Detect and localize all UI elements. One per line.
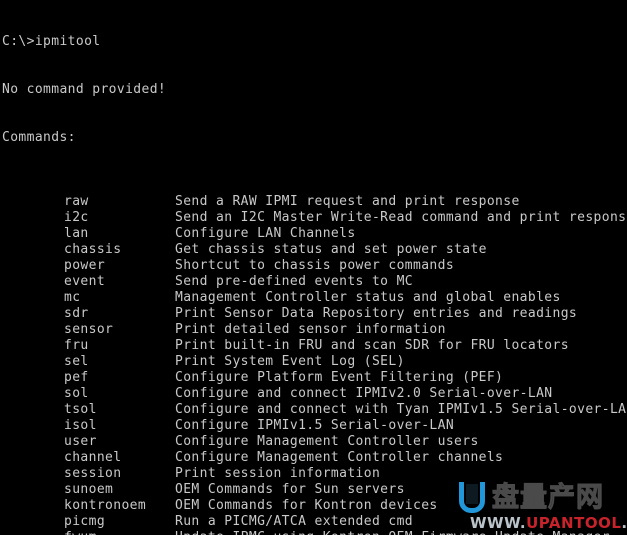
- command-name: isol: [64, 418, 97, 433]
- command-description: Send pre-defined events to MC: [175, 274, 413, 289]
- command-name: kontronoem: [64, 498, 147, 513]
- command-row: sdr Print Sensor Data Repository entries …: [2, 306, 627, 322]
- command-description: Print System Event Log (SEL): [175, 354, 405, 369]
- command-row: kontronoem OEM Commands for Kontron devic…: [2, 498, 627, 514]
- command-name: session: [64, 466, 122, 481]
- terminal-output: C:\>ipmitool No command provided! Comman…: [2, 2, 627, 535]
- command-description: Print built-in FRU and scan SDR for FRU …: [175, 338, 569, 353]
- command-description: Configure and connect IPMIv2.0 Serial-ov…: [175, 386, 553, 401]
- command-description: Send a RAW IPMI request and print respon…: [175, 194, 520, 209]
- command-row: i2c Send an I2C Master Write-Read command…: [2, 210, 627, 226]
- command-list: raw Send a RAW IPMI request and print res…: [2, 194, 627, 535]
- command-description: OEM Commands for Sun servers: [175, 482, 405, 497]
- command-row: user Configure Management Controller user…: [2, 434, 627, 450]
- command-description: Management Controller status and global …: [175, 290, 561, 305]
- command-row: channel Configure Management Controller c…: [2, 450, 627, 466]
- command-echo-line: C:\>ipmitool: [2, 34, 101, 49]
- command-row: sensor Print detailed sensor information: [2, 322, 627, 338]
- command-row: mc Management Controller status and globa…: [2, 290, 627, 306]
- command-row: sunoem OEM Commands for Sun servers: [2, 482, 627, 498]
- command-row: event Send pre-defined events to MC: [2, 274, 627, 290]
- command-row: sel Print System Event Log (SEL): [2, 354, 627, 370]
- command-name: fru: [64, 338, 89, 353]
- command-name: sol: [64, 386, 89, 401]
- command-name: sdr: [64, 306, 89, 321]
- command-name: i2c: [64, 210, 89, 225]
- command-name: fwum: [64, 530, 175, 535]
- command-name: picmg: [64, 514, 106, 529]
- command-name: user: [64, 434, 97, 449]
- terminal-window[interactable]: C:\>ipmitool No command provided! Comman…: [0, 0, 627, 535]
- command-description: Configure IPMIv1.5 Serial-over-LAN: [175, 418, 455, 433]
- command-description: Print detailed sensor information: [175, 322, 446, 337]
- command-description: Send an I2C Master Write-Read command an…: [175, 210, 627, 225]
- command-description: Print Sensor Data Repository entries and…: [175, 306, 578, 321]
- command-row: tsol Configure and connect with Tyan IPMI…: [2, 402, 627, 418]
- command-name: event: [64, 274, 106, 289]
- command-name: chassis: [64, 242, 122, 257]
- command-row: fwumUpdate IPMC using Kontron OEM Firmwa…: [2, 530, 627, 535]
- command-description: Configure Management Controller channels: [175, 450, 504, 465]
- command-name: lan: [64, 226, 89, 241]
- command-description: Get chassis status and set power state: [175, 242, 487, 257]
- command-name: pef: [64, 370, 89, 385]
- command-name: sensor: [64, 322, 114, 337]
- command-row: chassis Get chassis status and set power …: [2, 242, 627, 258]
- command-name: tsol: [64, 402, 97, 417]
- command-row: pef Configure Platform Event Filtering (P…: [2, 370, 627, 386]
- command-row: isol Configure IPMIv1.5 Serial-over-LAN: [2, 418, 627, 434]
- command-name: sel: [64, 354, 89, 369]
- command-description: Update IPMC using Kontron OEM Firmware U…: [175, 530, 610, 535]
- commands-heading-line: Commands:: [2, 130, 76, 145]
- command-row: lan Configure LAN Channels: [2, 226, 627, 242]
- command-row: raw Send a RAW IPMI request and print res…: [2, 194, 627, 210]
- command-description: OEM Commands for Kontron devices: [175, 498, 438, 513]
- command-description: Configure LAN Channels: [175, 226, 356, 241]
- command-description: Configure Platform Event Filtering (PEF): [175, 370, 504, 385]
- command-name: power: [64, 258, 106, 273]
- command-description: Print session information: [175, 466, 381, 481]
- command-row: sol Configure and connect IPMIv2.0 Serial…: [2, 386, 627, 402]
- command-row: fru Print built-in FRU and scan SDR for F…: [2, 338, 627, 354]
- command-name: raw: [64, 194, 89, 209]
- command-description: Configure and connect with Tyan IPMIv1.5…: [175, 402, 627, 417]
- command-name: channel: [64, 450, 122, 465]
- command-name: sunoem: [64, 482, 114, 497]
- command-description: Shortcut to chassis power commands: [175, 258, 455, 273]
- command-description: Run a PICMG/ATCA extended cmd: [175, 514, 413, 529]
- command-row: picmg Run a PICMG/ATCA extended cmd: [2, 514, 627, 530]
- command-row: power Shortcut to chassis power commands: [2, 258, 627, 274]
- command-name: mc: [64, 290, 81, 305]
- error-message-line: No command provided!: [2, 82, 167, 97]
- command-description: Configure Management Controller users: [175, 434, 479, 449]
- command-row: session Print session information: [2, 466, 627, 482]
